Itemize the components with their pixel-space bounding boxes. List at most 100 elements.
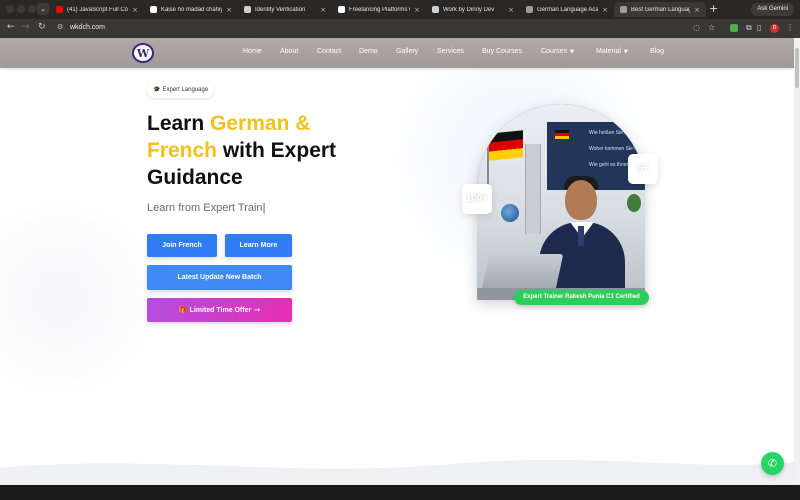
plant	[627, 194, 641, 212]
youtube-favicon-icon	[56, 6, 63, 13]
bookshelf	[525, 144, 541, 234]
tab-strip: ⌄ (41) JavaScript Full Cou × Kaise ho ma…	[0, 0, 800, 19]
nav-home[interactable]: Home	[243, 48, 262, 55]
expert-language-badge: 🎓 Expert Language	[147, 82, 215, 98]
learn-more-button[interactable]: Learn More	[225, 234, 292, 257]
nav-buy-courses[interactable]: Buy Courses	[482, 48, 522, 55]
browser-tab[interactable]: German Language Acad ×	[520, 2, 614, 17]
browser-toolbar: ← → ↻ ⚙ wkdch.com ◌ ☆ ⧉ ▯ ⋮	[0, 19, 800, 38]
globe-icon	[501, 204, 519, 222]
address-bar[interactable]: ⚙ wkdch.com	[53, 21, 723, 36]
subline-text: Learn from Expert Train	[147, 202, 263, 214]
hero-headline: Learn German & French with Expert Guidan…	[147, 110, 367, 191]
nav-courses-label: Courses	[541, 48, 568, 55]
menu-kebab-icon[interactable]: ⋮	[786, 23, 794, 32]
browser-tab[interactable]: (41) JavaScript Full Cou ×	[50, 2, 144, 17]
window-minimize-button[interactable]	[17, 5, 25, 13]
extension-icon[interactable]	[730, 24, 738, 32]
ask-gemini-button[interactable]: Ask Gemini	[751, 3, 794, 16]
trainer-head	[565, 180, 597, 220]
hero-image: Wie heißen Sie? Woher kommen Sie? Wie ge…	[477, 104, 645, 300]
site-logo[interactable]: W	[132, 43, 154, 63]
latest-batch-button[interactable]: Latest Update New Batch	[147, 265, 292, 290]
window-maximize-button[interactable]	[28, 5, 36, 13]
bottom-wave	[0, 460, 794, 485]
german-flag	[489, 130, 523, 161]
gift-icon: 🎁	[178, 306, 188, 314]
scrollbar-thumb[interactable]	[795, 48, 799, 88]
badge-label: Expert Language	[162, 87, 209, 93]
browser-tab[interactable]: Work by Dinny Dev ×	[426, 2, 520, 17]
tab-title: (41) JavaScript Full Cou	[67, 6, 129, 13]
profile-avatar[interactable]: D	[770, 24, 779, 33]
url-text: wkdch.com	[70, 24, 106, 31]
join-french-button[interactable]: Join French	[147, 234, 217, 257]
window-close-button[interactable]	[6, 5, 14, 13]
browser-tab[interactable]: Identity Verification ×	[238, 2, 332, 17]
site-favicon-icon	[244, 6, 251, 13]
forward-arrow-icon[interactable]: →	[22, 22, 30, 32]
nav-services[interactable]: Services	[437, 48, 464, 55]
eye-slash-icon[interactable]: ◌	[693, 23, 700, 32]
offer-label: Limited Time Offer	[189, 307, 252, 314]
tab-search-chevron-icon[interactable]: ⌄	[37, 3, 49, 15]
sidebar-icon[interactable]: ▯	[757, 23, 761, 32]
tab-title: Freelancing Platforms O	[349, 6, 411, 13]
tab-close-icon[interactable]: ×	[226, 6, 232, 14]
tab-title: Work by Dinny Dev	[443, 6, 495, 13]
years-stat-card: 5+	[628, 154, 658, 184]
tab-close-icon[interactable]: ×	[320, 6, 326, 14]
typing-cursor: |	[262, 202, 266, 214]
chevron-down-icon: ▼	[570, 49, 574, 55]
nav-demo[interactable]: Demo	[359, 48, 378, 55]
bookmark-star-icon[interactable]: ☆	[708, 23, 715, 32]
nav-courses[interactable]: Courses ▼	[541, 48, 574, 55]
page-scrollbar[interactable]	[794, 38, 800, 485]
globe-favicon-icon	[526, 6, 533, 13]
headline-part: Learn	[147, 112, 211, 135]
tab-title: Best German Language	[631, 6, 691, 13]
globe-favicon-icon	[620, 6, 627, 13]
screen-text: Wie geht es Ihnen?	[589, 162, 633, 168]
screen-text: Woher kommen Sie?	[589, 146, 636, 152]
reload-icon[interactable]: ↻	[38, 22, 46, 32]
nav-contact[interactable]: Contact	[317, 48, 341, 55]
nav-blog[interactable]: Blog	[650, 48, 664, 55]
background-wash	[0, 68, 794, 485]
window-bottom-edge	[0, 485, 800, 500]
students-stat-card: 100+	[462, 184, 492, 214]
arrow-right-icon: →	[254, 306, 261, 314]
tab-close-icon[interactable]: ×	[602, 6, 608, 14]
nav-material[interactable]: Material ▼	[596, 48, 628, 55]
back-arrow-icon[interactable]: ←	[7, 22, 15, 32]
tab-close-icon[interactable]: ×	[694, 6, 700, 14]
tab-close-icon[interactable]: ×	[508, 6, 514, 14]
tab-close-icon[interactable]: ×	[414, 6, 420, 14]
german-flag-icon	[555, 130, 569, 139]
limited-offer-button[interactable]: 🎁 Limited Time Offer →	[147, 298, 292, 322]
chevron-down-icon: ▼	[623, 49, 628, 55]
site-favicon-icon	[432, 6, 439, 13]
site-favicon-icon	[150, 6, 157, 13]
page-viewport: W Home About Contact Demo Gallery Servic…	[0, 38, 794, 485]
browser-tab-active[interactable]: Best German Language ×	[614, 2, 706, 17]
nav-material-label: Material	[596, 48, 621, 55]
site-favicon-icon	[338, 6, 345, 13]
site-info-icon[interactable]: ⚙	[57, 23, 63, 31]
whatsapp-icon[interactable]: ✆	[761, 452, 784, 475]
browser-tab[interactable]: Kaise ho madad chahiye ×	[144, 2, 238, 17]
nav-gallery[interactable]: Gallery	[396, 48, 418, 55]
tab-title: Identity Verification	[255, 6, 306, 13]
trainer-label-pill: Expert Trainer Rakesh Punia C1 Certified	[514, 290, 649, 305]
tab-title: German Language Acad	[537, 6, 599, 13]
screen-text: Wie heißen Sie?	[589, 130, 626, 136]
extensions-puzzle-icon[interactable]: ⧉	[746, 23, 752, 33]
site-navbar: W Home About Contact Demo Gallery Servic…	[0, 38, 794, 68]
hero-subline: Learn from Expert Train|	[147, 202, 265, 214]
nav-about[interactable]: About	[280, 48, 298, 55]
browser-tab[interactable]: Freelancing Platforms O ×	[332, 2, 426, 17]
graduation-cap-icon: 🎓	[153, 86, 161, 93]
tab-title: Kaise ho madad chahiye	[161, 6, 223, 13]
new-tab-button[interactable]: +	[709, 2, 718, 15]
tab-close-icon[interactable]: ×	[132, 6, 138, 14]
